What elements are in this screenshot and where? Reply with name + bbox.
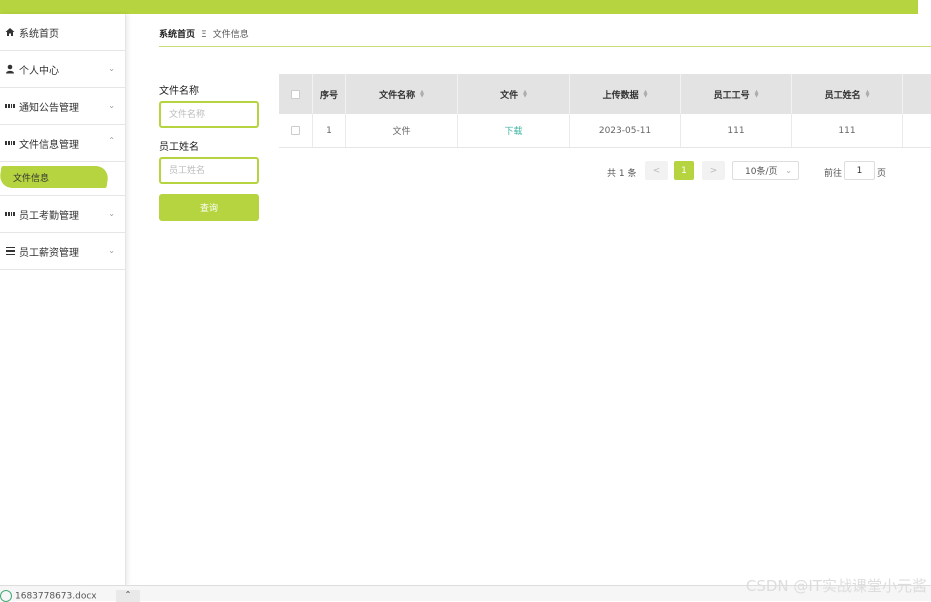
top-header-bar	[0, 0, 918, 14]
cell-employee-no: 111	[681, 114, 792, 147]
sort-icon[interactable]: ▲ ▼	[420, 90, 424, 99]
select-all-cell	[279, 74, 313, 114]
pagination-total: 共 1 条	[607, 169, 637, 179]
row-checkbox[interactable]	[291, 126, 300, 135]
file-icon	[0, 590, 12, 602]
header-employee-name[interactable]: 员工姓名 ▲ ▼	[792, 74, 903, 114]
cell-file: 下载	[458, 114, 570, 147]
user-icon	[5, 64, 15, 74]
chevron-down-icon: ⌄	[108, 64, 115, 73]
file-table: 序号 文件名称 ▲ ▼ 文件 ▲ ▼ 上传数据 ▲ ▼ 员工工号 ▲ ▼ 员工姓名 ▲ ▼ 1 文件…	[279, 74, 931, 148]
header-employee-no[interactable]: 员工工号 ▲ ▼	[681, 74, 792, 114]
cell-file-name: 文件	[346, 114, 458, 147]
chevron-up-icon: ⌃	[108, 136, 115, 145]
next-page-button[interactable]: >	[702, 161, 725, 180]
header-file-name[interactable]: 文件名称 ▲ ▼	[346, 74, 458, 114]
caret-up-icon[interactable]: ⌃	[116, 590, 140, 602]
breadcrumb: 系统首页 Ξ 文件信息	[159, 27, 249, 40]
page-size-value: 10条/页	[745, 167, 778, 177]
list-icon	[5, 246, 15, 256]
cell-overflow	[903, 114, 931, 147]
sort-icon[interactable]: ▲ ▼	[523, 90, 527, 99]
download-file-name: 1683778673.docx	[15, 591, 97, 602]
header-upload[interactable]: 上传数据 ▲ ▼	[570, 74, 681, 114]
header-label: 文件名称	[379, 90, 416, 101]
page-size-select[interactable]: 10条/页 ⌄	[732, 161, 799, 180]
employee-name-label: 员工姓名	[159, 142, 199, 153]
header-index: 序号	[313, 74, 346, 114]
sidebar-item-salary[interactable]: 员工薪资管理 ⌄	[0, 233, 125, 270]
goto-suffix: 页	[877, 169, 887, 179]
sidebar-item-label: 个人中心	[19, 65, 59, 77]
header-overflow	[903, 74, 931, 114]
breadcrumb-home[interactable]: 系统首页	[159, 30, 195, 40]
home-icon	[5, 27, 15, 37]
goto-page-input[interactable]	[844, 161, 875, 180]
breadcrumb-separator: Ξ	[201, 30, 207, 40]
employee-name-input[interactable]	[159, 157, 259, 184]
sort-icon[interactable]: ▲ ▼	[755, 90, 759, 99]
sort-icon[interactable]: ▲ ▼	[644, 90, 648, 99]
page-number-button[interactable]: 1	[674, 161, 694, 180]
chevron-down-icon: ⌄	[108, 246, 115, 255]
sidebar: 系统首页 个人中心 ⌄ 通知公告管理 ⌄ 文件信息管理 ⌃ 文件信息 员工考勤管…	[0, 14, 126, 586]
row-select-cell	[279, 114, 313, 147]
chevron-down-icon: ⌄	[785, 166, 792, 175]
cell-index: 1	[313, 114, 346, 147]
sidebar-item-label: 系统首页	[19, 28, 59, 40]
sidebar-item-label: 通知公告管理	[19, 102, 79, 114]
table-row: 1 文件 下载 2023-05-11 111 111	[279, 114, 931, 148]
sidebar-subitem-label: 文件信息	[13, 174, 50, 184]
chevron-down-icon: ⌄	[108, 209, 115, 218]
sort-icon[interactable]: ▲ ▼	[866, 90, 870, 99]
sidebar-item-profile[interactable]: 个人中心 ⌄	[0, 51, 125, 88]
table-header: 序号 文件名称 ▲ ▼ 文件 ▲ ▼ 上传数据 ▲ ▼ 员工工号 ▲ ▼ 员工姓名 ▲ ▼	[279, 74, 931, 114]
cell-employee-name: 111	[792, 114, 903, 147]
chevron-down-icon: ⌄	[108, 101, 115, 110]
grid-icon	[5, 138, 15, 148]
file-name-input[interactable]	[159, 101, 259, 128]
header-label: 上传数据	[602, 90, 639, 101]
prev-page-button[interactable]: <	[645, 161, 668, 180]
header-label: 员工工号	[713, 90, 750, 101]
grid-icon	[5, 209, 15, 219]
sidebar-item-label: 员工考勤管理	[19, 210, 79, 222]
breadcrumb-current: 文件信息	[212, 30, 249, 40]
watermark: CSDN @IT实战课堂小元酱	[745, 577, 927, 595]
sidebar-item-file-info[interactable]: 文件信息管理 ⌃	[0, 125, 125, 162]
sidebar-item-home[interactable]: 系统首页	[0, 14, 125, 51]
sidebar-item-attendance[interactable]: 员工考勤管理 ⌄	[0, 196, 125, 233]
header-file[interactable]: 文件 ▲ ▼	[458, 74, 570, 114]
sidebar-subitem-file-info[interactable]: 文件信息	[0, 162, 125, 196]
grid-icon	[5, 101, 15, 111]
download-item[interactable]: 1683778673.docx	[0, 590, 97, 602]
header-label: 员工姓名	[824, 90, 861, 101]
sidebar-item-label: 文件信息管理	[19, 139, 79, 151]
header-label: 文件	[500, 90, 519, 101]
sidebar-item-label: 员工薪资管理	[19, 247, 79, 259]
select-all-checkbox[interactable]	[291, 89, 300, 99]
sidebar-item-notice[interactable]: 通知公告管理 ⌄	[0, 88, 125, 125]
file-name-label: 文件名称	[159, 86, 199, 97]
breadcrumb-divider	[159, 46, 931, 47]
download-link[interactable]: 下载	[504, 124, 522, 137]
goto-label: 前往	[824, 169, 843, 179]
cell-upload: 2023-05-11	[570, 114, 681, 147]
query-button[interactable]: 查询	[159, 194, 259, 221]
